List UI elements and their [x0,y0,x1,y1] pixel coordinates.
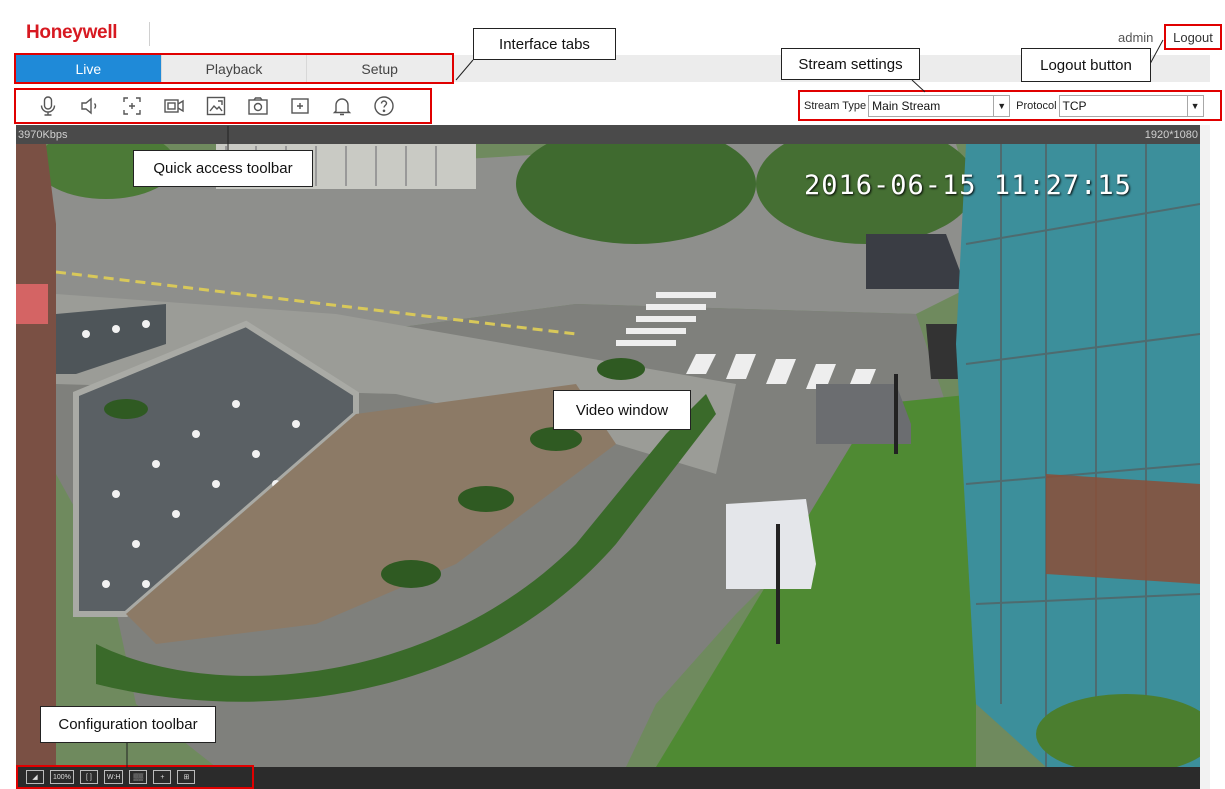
fullscreen-icon[interactable]: [ ] [79,770,98,784]
snapshot-image-icon[interactable] [198,92,234,120]
honeywell-logo: Honeywell [26,22,118,43]
callout-logout-button: Logout button [1021,48,1151,82]
callout-video-window: Video window [553,390,691,430]
protocol-label: Protocol [1016,99,1057,112]
protocol-select[interactable]: TCP ▼ [1058,94,1204,117]
chevron-down-icon: ▼ [1186,95,1203,116]
image-adjust-icon[interactable]: ▒▒ [129,770,148,784]
vertical-scrollbar[interactable] [1200,125,1210,789]
fit-window-icon[interactable]: ◢ [26,770,44,784]
logout-button[interactable]: Logout [1164,24,1222,50]
add-window-icon[interactable] [282,92,318,120]
logo-divider [149,22,150,46]
stream-settings: Stream Type Main Stream ▼ Protocol TCP ▼ [798,90,1222,121]
timestamp-overlay: 2016-06-15 11:27:15 [804,170,1132,201]
stream-type-select[interactable]: Main Stream ▼ [868,94,1011,117]
quick-access-toolbar [14,88,432,124]
tab-live[interactable]: Live [16,55,162,82]
callout-quick-access-toolbar: Quick access toolbar [133,150,313,187]
resolution-readout: 1920*1080 [1144,128,1198,141]
protocol-value: TCP [1062,98,1087,113]
chevron-down-icon: ▼ [993,95,1010,116]
original-size-icon[interactable]: 100% [50,770,74,784]
callout-interface-tabs: Interface tabs [473,28,616,60]
help-icon[interactable] [366,92,402,120]
app-window: Honeywell admin Logout Live Playback Set… [0,0,1225,789]
tab-setup[interactable]: Setup [307,55,453,82]
digital-zoom-icon[interactable] [114,92,150,120]
callout-stream-settings: Stream settings [781,48,920,80]
callout-configuration-toolbar: Configuration toolbar [40,706,216,743]
ptz-icon[interactable]: + [153,770,172,784]
interface-tabs: Live Playback Setup [14,53,454,84]
stream-type-label: Stream Type [804,99,867,112]
speaker-icon[interactable] [72,92,108,120]
username-label: admin [1118,30,1154,45]
video-frame [16,144,1200,767]
tab-playback[interactable]: Playback [161,55,308,82]
aspect-ratio-icon[interactable]: W:H [103,770,124,784]
microphone-icon[interactable] [30,92,66,120]
bitrate-readout: 3970Kbps [18,128,68,141]
configuration-toolbar: ◢ 100% [ ] W:H ▒▒ + ⊞ [16,765,254,789]
video-window[interactable]: 2016-06-15 11:27:15 [16,144,1200,767]
video-info-bar: 3970Kbps 1920*1080 [16,125,1200,144]
stream-type-value: Main Stream [872,98,941,113]
zoom-region-icon[interactable]: ⊞ [177,770,196,784]
alarm-bell-icon[interactable] [324,92,360,120]
camera-capture-icon[interactable] [240,92,276,120]
record-icon[interactable] [156,92,192,120]
